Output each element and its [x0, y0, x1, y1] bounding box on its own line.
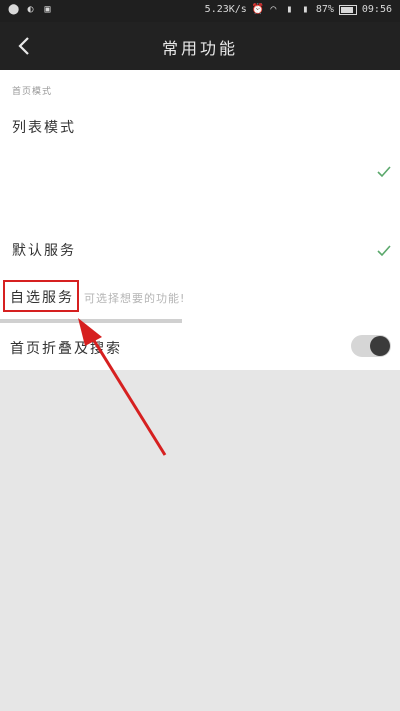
battery-icon	[338, 4, 357, 15]
signal-icon: ▮	[286, 4, 293, 15]
fold-search-label: 首页折叠及搜索	[10, 341, 122, 357]
app-icon: ◐	[27, 4, 34, 15]
section-label: 首页模式	[12, 87, 53, 97]
default-service-label: 默认服务	[12, 243, 76, 259]
notification-icon: ⬤	[8, 4, 20, 15]
annotation-highlight-box	[3, 280, 79, 312]
status-right: 5.23K/s ⏰ ◠ ▮ ▮ 87% 09:56	[205, 4, 392, 15]
check-icon	[377, 245, 391, 257]
grid-mode-option[interactable]	[0, 152, 400, 192]
toggle-knob	[370, 336, 390, 356]
wifi-icon: ◠	[270, 4, 277, 15]
network-speed: 5.23K/s	[204, 4, 247, 15]
battery-fill	[340, 6, 353, 13]
check-icon	[377, 166, 391, 178]
page-title: 常用功能	[161, 39, 238, 58]
divider-bar	[0, 319, 182, 323]
status-bar: ⬤ ◐ ▣ 5.23K/s ⏰ ◠ ▮ ▮ 87% 09:56	[0, 0, 400, 22]
status-left-icons: ⬤ ◐ ▣	[8, 4, 53, 15]
settings-panel: 首页模式 列表模式 默认服务 自选服务 可选择想要的功能! 首页折叠及搜索	[0, 70, 400, 370]
default-service-option[interactable]: 默认服务	[0, 230, 400, 270]
custom-service-hint: 可选择想要的功能!	[84, 292, 186, 305]
image-icon: ▣	[44, 4, 51, 15]
fold-search-row: 首页折叠及搜索	[0, 328, 400, 364]
app-bar: 常用功能	[0, 22, 400, 70]
signal-icon-2: ▮	[302, 4, 309, 15]
list-mode-option[interactable]: 列表模式	[12, 117, 76, 137]
clock: 09:56	[361, 4, 392, 15]
battery-percent: 87%	[315, 4, 334, 15]
fold-search-toggle[interactable]	[351, 335, 391, 357]
alarm-icon: ⏰	[251, 4, 265, 15]
